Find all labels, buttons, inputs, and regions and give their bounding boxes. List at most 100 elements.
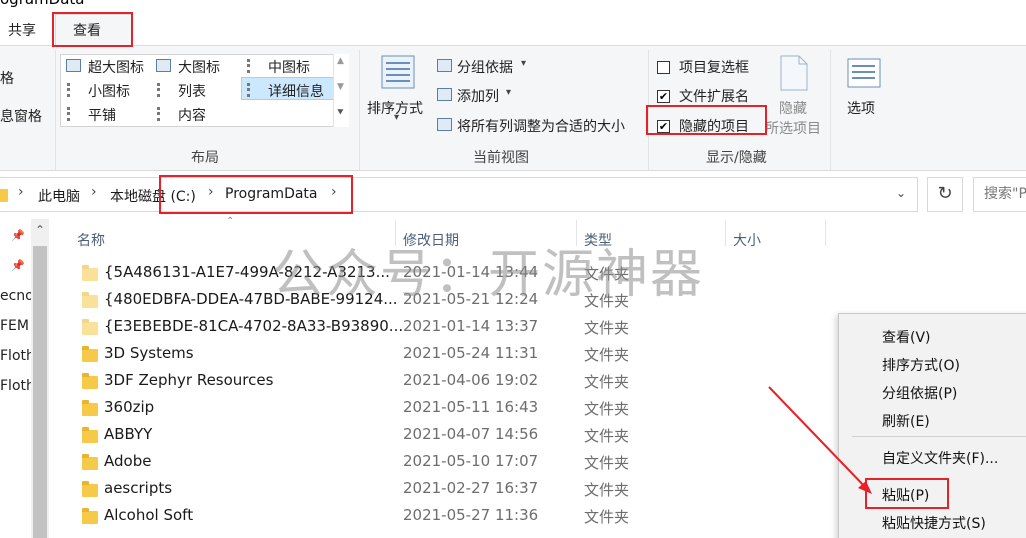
file-row-name[interactable]: 3D Systems: [104, 344, 194, 362]
file-row-name[interactable]: aescripts: [104, 479, 172, 497]
navigation-pane-button[interactable]: 格: [0, 68, 14, 88]
file-row-name[interactable]: {E3EBEBDE-81CA-4702-8A33-B93890...: [104, 317, 403, 335]
file-row-name[interactable]: ABBYY: [104, 425, 152, 443]
item-checkboxes-checkbox[interactable]: [657, 61, 670, 74]
file-row-name[interactable]: 360zip: [104, 398, 154, 416]
pin-icon[interactable]: 📌: [11, 229, 25, 242]
breadcrumb-programdata[interactable]: ProgramData: [225, 186, 318, 202]
file-row-date: 2021-05-10 17:07: [403, 452, 539, 470]
nav-item[interactable]: ecno: [0, 288, 34, 304]
nav-item[interactable]: Floth: [0, 378, 35, 394]
pin-icon[interactable]: 📌: [11, 259, 25, 272]
nav-item[interactable]: Floth: [0, 348, 35, 364]
ribbon-separator: [359, 50, 360, 170]
layout-tiles[interactable]: 平铺: [88, 105, 116, 125]
file-row-date: 2021-05-24 11:31: [403, 344, 539, 362]
column-header-size[interactable]: 大小: [733, 230, 761, 250]
breadcrumb-this-pc[interactable]: 此电脑: [38, 186, 80, 206]
folder-icon: [82, 346, 98, 362]
context-menu-paste-shortcut[interactable]: 粘贴快捷方式(S): [882, 513, 986, 533]
layout-content[interactable]: 内容: [178, 105, 206, 125]
add-column-dropdown-icon[interactable]: ▾: [506, 87, 511, 98]
file-row-type: 文件夹: [584, 346, 630, 364]
hide-selected-label-2[interactable]: 所选项目: [765, 118, 821, 138]
scroll-up-icon[interactable]: ▲: [337, 56, 344, 66]
details-icon: [247, 83, 261, 97]
layout-details[interactable]: 详细信息: [268, 81, 324, 101]
refresh-icon: ↻: [937, 183, 953, 204]
layout-medium-icons[interactable]: 中图标: [268, 57, 310, 77]
context-menu-sort-by[interactable]: 排序方式(O): [882, 355, 960, 375]
folder-icon: [82, 265, 98, 281]
folder-icon: [82, 427, 98, 443]
search-box[interactable]: 搜索"P: [973, 177, 1026, 212]
context-menu-customize-folder[interactable]: 自定义文件夹(F)...: [882, 448, 998, 468]
folder-icon: [82, 292, 98, 308]
scroll-down-icon[interactable]: ▼: [337, 82, 344, 92]
file-row-name[interactable]: 3DF Zephyr Resources: [104, 371, 273, 389]
breadcrumb-chevron-icon[interactable]: ›: [331, 184, 337, 200]
layout-group-label: 布局: [191, 150, 219, 166]
folder-icon: [0, 189, 8, 202]
address-history-dropdown-icon[interactable]: ⌄: [896, 186, 906, 200]
sort-dropdown-icon[interactable]: ▾: [394, 112, 399, 123]
ribbon-tab-row: [0, 12, 1026, 46]
context-menu-group-by[interactable]: 分组依据(P): [882, 383, 957, 403]
file-row-date: 2021-04-07 14:56: [403, 425, 539, 443]
column-header-name[interactable]: 名称: [77, 230, 105, 250]
tab-view[interactable]: 查看: [73, 20, 101, 40]
group-by-button[interactable]: 分组依据: [457, 57, 513, 77]
layout-small-icons[interactable]: 小图标: [88, 81, 130, 101]
layout-large-icons[interactable]: 大图标: [178, 57, 220, 77]
breadcrumb-chevron-icon[interactable]: ›: [91, 184, 97, 200]
context-menu-refresh[interactable]: 刷新(E): [882, 411, 930, 431]
options-icon: [847, 58, 881, 88]
context-menu-separator: [852, 436, 1026, 437]
file-extensions-checkbox[interactable]: ✔: [657, 90, 670, 103]
list-icon: [157, 83, 171, 97]
sort-ascending-icon: ⌃: [226, 216, 235, 227]
breadcrumb-local-disk[interactable]: 本地磁盘 (C:): [110, 186, 196, 206]
file-row-date: 2021-05-11 16:43: [403, 398, 539, 416]
scroll-up-icon[interactable]: ⌃: [35, 223, 45, 237]
hide-selected-label-1[interactable]: 隐藏: [779, 98, 807, 118]
file-row-type: 文件夹: [584, 400, 630, 418]
folder-icon: [82, 508, 98, 524]
details-pane-button[interactable]: 息窗格: [0, 106, 42, 126]
breadcrumb-chevron-icon[interactable]: ›: [208, 184, 214, 200]
layout-gallery-scroll[interactable]: ▲ ▼ ⯆: [333, 54, 349, 127]
show-hide-group-label: 显示/隐藏: [706, 150, 767, 166]
context-menu-view[interactable]: 查看(V): [882, 327, 931, 347]
hidden-items-checkbox[interactable]: ✔: [657, 120, 670, 133]
folder-icon: [82, 319, 98, 335]
file-row-date: 2021-04-06 19:02: [403, 371, 539, 389]
nav-pane-scroll-thumb[interactable]: [33, 246, 47, 538]
add-column-button[interactable]: 添加列: [457, 86, 499, 106]
refresh-button[interactable]: ↻: [927, 177, 963, 212]
extra-large-icons-icon: [66, 59, 81, 72]
layout-list[interactable]: 列表: [178, 81, 206, 101]
folder-icon: [82, 454, 98, 470]
column-separator[interactable]: [825, 220, 826, 246]
options-button[interactable]: 选项: [847, 98, 875, 118]
layout-extra-large-icons[interactable]: 超大图标: [88, 57, 144, 77]
tiles-icon: [67, 107, 81, 121]
tab-share[interactable]: 共享: [8, 20, 36, 40]
folder-icon: [82, 373, 98, 389]
file-row-type: 文件夹: [584, 319, 630, 337]
file-row-date: 2021-02-27 16:37: [403, 479, 539, 497]
breadcrumb-chevron-icon[interactable]: ›: [18, 184, 24, 200]
file-row-type: 文件夹: [584, 427, 630, 445]
item-checkboxes-label: 项目复选框: [679, 60, 749, 76]
column-separator[interactable]: [725, 220, 726, 246]
file-row-name[interactable]: Alcohol Soft: [104, 506, 193, 524]
title-bar: ogramData: [0, 0, 1026, 12]
size-all-columns-button[interactable]: 将所有列调整为合适的大小: [457, 116, 625, 136]
context-menu-paste[interactable]: 粘贴(P): [882, 485, 929, 505]
nav-item[interactable]: FEM: [0, 318, 29, 334]
group-by-dropdown-icon[interactable]: ▾: [521, 58, 526, 69]
folder-icon: [82, 400, 98, 416]
gallery-expand-icon[interactable]: ⯆: [336, 106, 345, 120]
file-row-name[interactable]: Adobe: [104, 452, 151, 470]
hide-selected-icon: [779, 54, 809, 92]
